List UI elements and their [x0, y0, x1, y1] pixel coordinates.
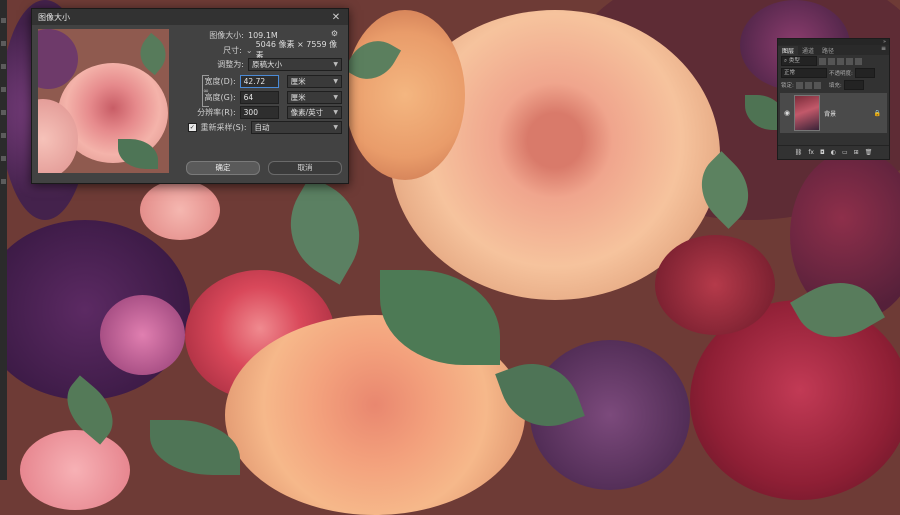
tool-button[interactable]	[1, 179, 6, 184]
tool-button[interactable]	[1, 110, 6, 115]
chevron-down-icon[interactable]: ⌄	[246, 46, 253, 55]
layer-filter-row: ⌕ 类型	[778, 55, 889, 67]
resolution-row: 分辨率(R): 300 像素/英寸 ▼	[184, 105, 342, 119]
link-icon[interactable]: ⛓	[795, 149, 803, 156]
resolution-input[interactable]: 300	[239, 105, 279, 119]
filter-smart-icon[interactable]	[855, 57, 862, 65]
fill-label: 填充:	[828, 83, 842, 89]
blend-mode-select[interactable]: 正常	[781, 68, 827, 78]
fill-input[interactable]	[843, 80, 864, 90]
chevron-down-icon: ▼	[333, 123, 338, 131]
image-preview[interactable]	[38, 29, 169, 173]
opacity-input[interactable]	[854, 68, 875, 78]
image-size-label: 图像大小:	[209, 30, 244, 40]
resample-value: 自动	[254, 122, 270, 132]
new-layer-icon[interactable]: ⊞	[854, 149, 859, 156]
tool-button[interactable]	[1, 133, 6, 138]
tool-button[interactable]	[1, 156, 6, 161]
chevron-down-icon: ▼	[333, 60, 338, 68]
resample-checkbox[interactable]: ✓	[188, 122, 197, 132]
tool-strip	[0, 0, 7, 480]
mask-icon[interactable]: ◘	[820, 149, 825, 156]
leaf	[270, 175, 380, 285]
width-unit-select[interactable]: 厘米 ▼	[286, 74, 342, 88]
tool-button[interactable]	[1, 41, 6, 46]
fit-to-value: 原稿大小	[252, 59, 282, 69]
width-input[interactable]: 42.72	[239, 74, 279, 88]
height-unit-select[interactable]: 厘米 ▼	[286, 90, 342, 104]
checkmark-icon: ✓	[189, 123, 195, 131]
layer-kind-value: 类型	[788, 58, 800, 64]
panel-footer: ⛓ fx ◘ ◐ ▭ ⊞ 🗑	[778, 145, 889, 159]
chevron-down-icon: ▼	[333, 77, 338, 85]
opacity-label: 不透明度:	[829, 71, 853, 77]
cancel-button[interactable]: 取消	[268, 161, 342, 175]
filter-adjust-icon[interactable]	[828, 57, 835, 65]
resample-label: 重新采样(S):	[200, 122, 247, 132]
width-row: 宽度(D): 42.72 厘米 ▼	[184, 74, 342, 88]
filter-shape-icon[interactable]	[846, 57, 853, 65]
resolution-label: 分辨率(R):	[197, 107, 236, 117]
ok-button[interactable]: 确定	[186, 161, 260, 175]
dimensions-label: 尺寸:	[223, 45, 242, 55]
fit-to-row: 调整为: 原稿大小 ▼	[184, 57, 342, 71]
lock-label: 锁定:	[781, 83, 794, 89]
lock-row: 锁定: 填充:	[778, 79, 889, 91]
width-unit: 厘米	[290, 76, 306, 86]
rose-peach-left	[345, 10, 465, 180]
width-label: 宽度(D):	[204, 76, 236, 86]
dialog-title-bar[interactable]: 图像大小 ✕	[32, 9, 348, 25]
tab-paths[interactable]: 路径	[818, 46, 838, 55]
resample-select[interactable]: 自动 ▼	[250, 120, 342, 134]
filter-pixel-icon[interactable]	[819, 57, 826, 65]
tool-button[interactable]	[1, 18, 6, 23]
tool-button[interactable]	[1, 64, 6, 69]
search-icon: ⌕	[784, 58, 788, 64]
fit-to-select[interactable]: 原稿大小 ▼	[248, 57, 342, 71]
adjustment-icon[interactable]: ◐	[831, 149, 836, 156]
fit-to-label: 调整为:	[217, 59, 244, 69]
rose-pink-bottomleft	[20, 430, 130, 510]
fx-icon[interactable]: fx	[808, 149, 814, 156]
folder-icon[interactable]: ▭	[842, 149, 848, 156]
chevron-down-icon: ▼	[333, 108, 338, 116]
panel-menu-icon[interactable]: ≡	[881, 45, 886, 52]
resolution-unit-select[interactable]: 像素/英寸 ▼	[286, 105, 342, 119]
lock-position-icon[interactable]	[804, 81, 812, 89]
dialog-title: 图像大小	[38, 12, 70, 22]
tab-layers[interactable]: 图层	[778, 46, 799, 55]
filter-type-icon[interactable]	[837, 57, 844, 65]
lock-icon: 🔒	[873, 109, 881, 117]
lock-all-icon[interactable]	[813, 81, 821, 89]
height-input[interactable]: 64	[239, 90, 279, 104]
tab-channels[interactable]: 通道	[798, 46, 818, 55]
image-size-dialog: 图像大小 ✕ 图像大小: 109.1M ⚙ 尺寸: ⌄ 5046 像素 × 75…	[31, 8, 349, 184]
layer-name: 背景	[824, 110, 837, 118]
tool-button[interactable]	[1, 87, 6, 92]
layer-thumbnail	[794, 95, 821, 131]
rose-pink-bud-top	[140, 180, 220, 240]
gear-icon[interactable]: ⚙	[331, 29, 338, 38]
eye-icon[interactable]: ◉	[784, 109, 790, 117]
rose-red-midright	[655, 235, 775, 335]
rose-pink-bud	[100, 295, 185, 375]
lock-pixels-icon[interactable]	[795, 81, 803, 89]
chevron-down-icon: ▼	[333, 93, 338, 101]
layers-panel: » 图层 通道 路径 ≡ ⌕ 类型 正常 不透明度: 锁定: 填充: ◉ 背景 …	[777, 38, 890, 160]
resolution-unit: 像素/英寸	[290, 107, 324, 117]
layer-kind-filter[interactable]: ⌕ 类型	[781, 56, 817, 66]
blend-row: 正常 不透明度:	[778, 67, 889, 79]
panel-tabs: 图层 通道 路径	[778, 45, 889, 55]
layer-item[interactable]: ◉ 背景 🔒	[780, 93, 887, 133]
close-icon[interactable]: ✕	[330, 12, 342, 23]
height-row: 高度(G): 64 厘米 ▼	[184, 90, 342, 104]
height-unit: 厘米	[290, 92, 306, 102]
trash-icon[interactable]: 🗑	[865, 149, 873, 156]
resample-row: ✓ 重新采样(S): 自动 ▼	[188, 120, 342, 134]
dimensions-row: 尺寸: ⌄ 5046 像素 × 7559 像素	[184, 40, 342, 60]
height-label: 高度(G):	[204, 92, 236, 102]
